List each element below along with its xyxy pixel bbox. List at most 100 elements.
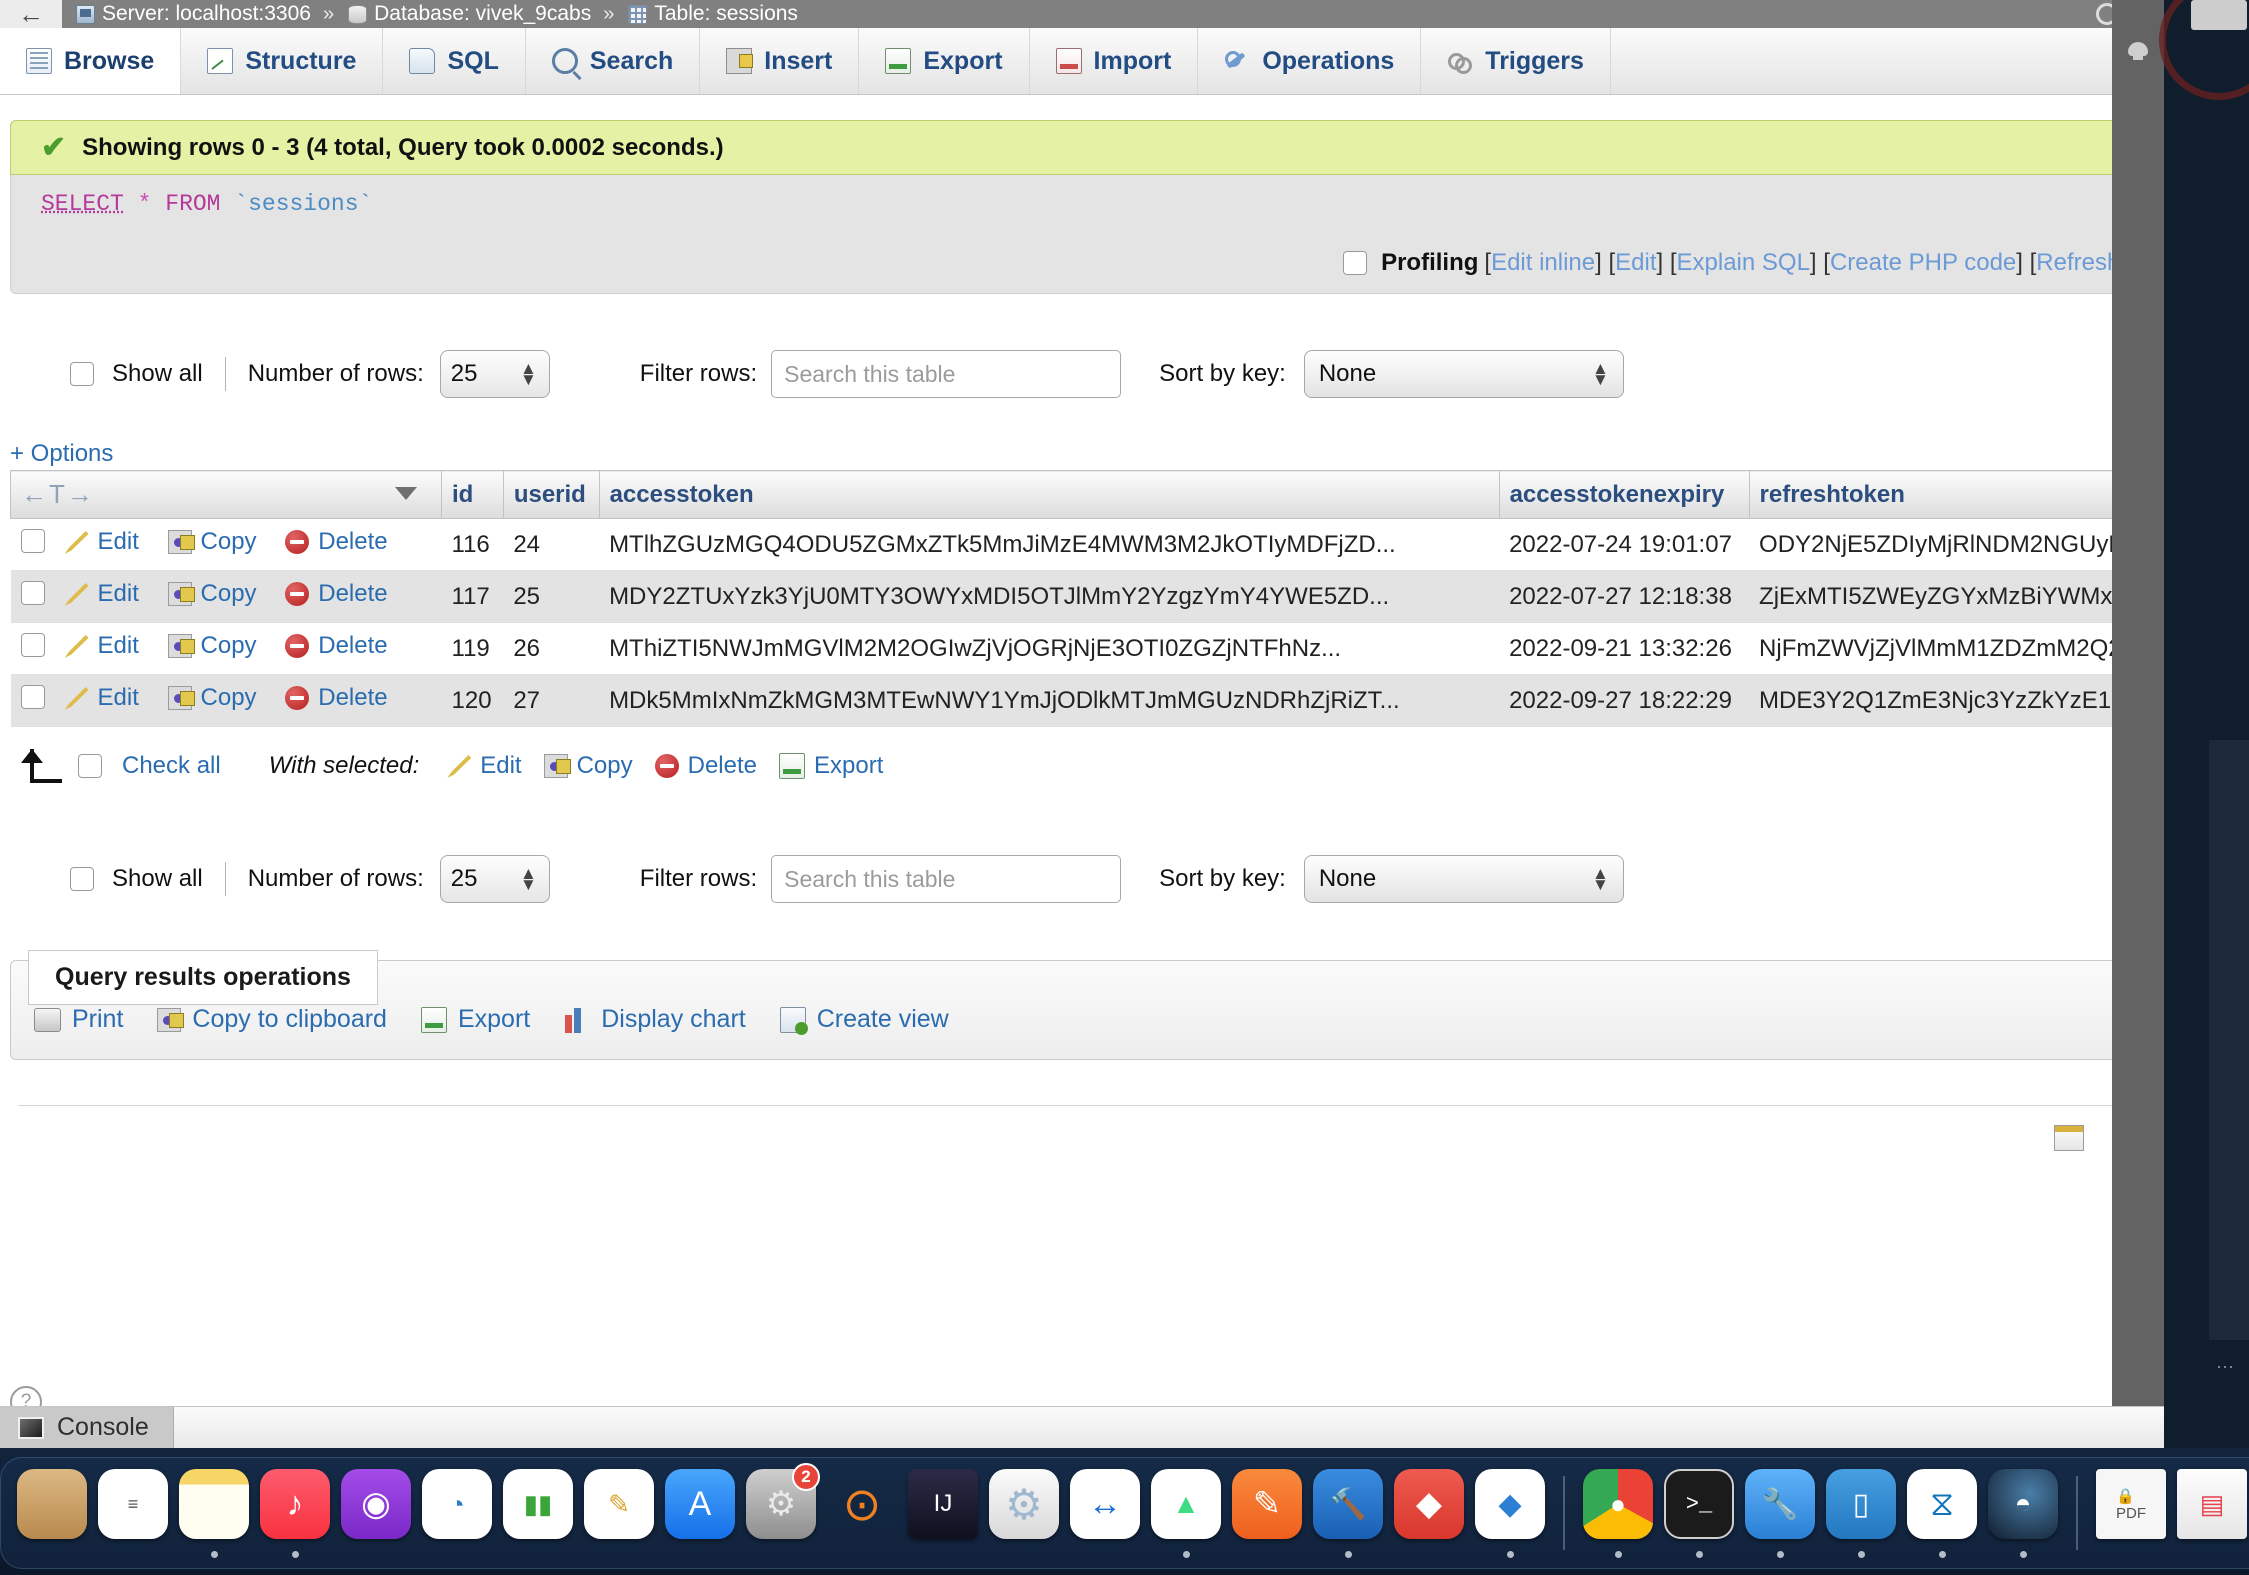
dock-item-screenshot-stack[interactable]: ▤ bbox=[2175, 1461, 2249, 1565]
row-copy-action[interactable]: Copy bbox=[167, 528, 257, 556]
sql-query-display[interactable]: SELECT * FROM `sessions` bbox=[10, 175, 2146, 232]
row-delete-action[interactable]: Delete bbox=[285, 580, 388, 608]
dock-item-finder[interactable] bbox=[15, 1461, 89, 1565]
bulk-edit-action[interactable]: Edit bbox=[447, 752, 522, 780]
table-row[interactable]: Edit Copy Delete 117 25 MDY2ZTUxYzk3YjU0… bbox=[10, 570, 2164, 623]
tab-structure[interactable]: Structure bbox=[181, 28, 384, 94]
row-copy-action[interactable]: Copy bbox=[167, 684, 257, 712]
dock-item-numbers[interactable]: ▮▮ bbox=[501, 1461, 575, 1565]
dock-item-music[interactable]: ♪ bbox=[258, 1461, 332, 1565]
dock-item-sourcetree[interactable]: ◆ bbox=[1473, 1461, 1547, 1565]
row-delete-action[interactable]: Delete bbox=[285, 684, 388, 712]
row-delete-action[interactable]: Delete bbox=[285, 528, 388, 556]
edit-inline-link[interactable]: Edit inline bbox=[1491, 249, 1595, 277]
table-row[interactable]: Edit Copy Delete 119 26 MThiZTI5NWJmMGVl… bbox=[10, 622, 2164, 675]
row-checkbox[interactable] bbox=[20, 581, 45, 605]
sort-by-key-select-top[interactable]: None ▲ ▼ bbox=[1303, 350, 1624, 398]
row-edit-action[interactable]: Edit bbox=[64, 528, 139, 556]
row-delete-action[interactable]: Delete bbox=[285, 632, 388, 660]
show-all-checkbox-top[interactable] bbox=[70, 362, 94, 386]
row-checkbox-cell[interactable] bbox=[10, 518, 55, 571]
show-all-checkbox-bottom[interactable] bbox=[70, 867, 94, 891]
column-header-accesstokenexpiry[interactable]: accesstokenexpiry bbox=[1498, 470, 1750, 519]
row-edit-action[interactable]: Edit bbox=[64, 684, 139, 712]
column-header-userid[interactable]: userid bbox=[502, 470, 600, 519]
table-row[interactable]: Edit Copy Delete 120 27 MDk5MmIxNmZkMGM3… bbox=[10, 674, 2164, 727]
dock-item-pdf-document[interactable]: 🔒 PDF bbox=[2094, 1461, 2168, 1565]
table-nav-arrows[interactable]: ←T→ bbox=[21, 479, 95, 509]
bulk-delete-action[interactable]: Delete bbox=[654, 752, 757, 780]
dock-item-podcasts[interactable]: ◉ bbox=[339, 1461, 413, 1565]
column-header-refreshtoken[interactable]: refreshtoken bbox=[1748, 470, 2164, 519]
print-link[interactable]: Print bbox=[34, 1005, 123, 1034]
number-of-rows-stepper-bottom[interactable]: 25 ▲ ▼ bbox=[439, 855, 550, 903]
column-header-id[interactable]: id bbox=[441, 470, 504, 519]
dock-item-terminal[interactable]: >_ bbox=[1662, 1461, 1736, 1565]
tab-triggers[interactable]: Triggers bbox=[1421, 28, 1611, 94]
edit-link[interactable]: Edit bbox=[1615, 249, 1656, 277]
tab-browse[interactable]: Browse bbox=[0, 28, 182, 94]
dock-item-reminders[interactable]: ≡ bbox=[96, 1461, 170, 1565]
row-checkbox[interactable] bbox=[20, 529, 45, 553]
back-button[interactable]: ← bbox=[0, 0, 62, 29]
dock-item-keynote[interactable]: ◔ bbox=[420, 1461, 494, 1565]
column-header-accesstoken[interactable]: accesstoken bbox=[598, 470, 1500, 519]
note-icon[interactable] bbox=[2054, 1125, 2084, 1151]
lightbulb-icon[interactable] bbox=[2124, 40, 2152, 62]
breadcrumb-server[interactable]: Server: localhost:3306 bbox=[76, 2, 311, 26]
check-all-checkbox[interactable] bbox=[78, 754, 102, 778]
tab-insert[interactable]: Insert bbox=[700, 28, 860, 94]
dock-item-notes[interactable] bbox=[177, 1461, 251, 1565]
dock-item-google-chrome[interactable]: ● bbox=[1581, 1461, 1655, 1565]
tab-export[interactable]: Export bbox=[859, 28, 1030, 94]
dock-item-blender[interactable]: ⊙ bbox=[825, 1461, 899, 1565]
export-link[interactable]: Export bbox=[420, 1005, 530, 1034]
row-checkbox[interactable] bbox=[20, 685, 45, 709]
dock-item-system-settings[interactable]: ⚙ 2 bbox=[744, 1461, 820, 1565]
row-checkbox-cell[interactable] bbox=[10, 622, 55, 675]
row-checkbox[interactable] bbox=[20, 633, 45, 657]
create-php-code-link[interactable]: Create PHP code bbox=[1830, 249, 2016, 277]
dock-item-xcode[interactable]: 🔨 bbox=[1311, 1461, 1385, 1565]
console-toggle[interactable]: Console bbox=[0, 1406, 174, 1448]
row-copy-action[interactable]: Copy bbox=[167, 580, 257, 608]
row-checkbox-cell[interactable] bbox=[10, 570, 55, 623]
row-copy-action[interactable]: Copy bbox=[167, 632, 257, 660]
table-row[interactable]: Edit Copy Delete 116 24 MTlhZGUzMGQ4ODU5… bbox=[10, 518, 2164, 571]
row-checkbox-cell[interactable] bbox=[10, 674, 55, 727]
bulk-copy-action[interactable]: Copy bbox=[543, 752, 633, 780]
bulk-export-action[interactable]: Export bbox=[779, 752, 883, 780]
row-edit-action[interactable]: Edit bbox=[64, 580, 139, 608]
dock-item-teamviewer[interactable]: ↔ bbox=[1068, 1461, 1142, 1565]
breadcrumb-database[interactable]: Database: vivek_9cabs bbox=[348, 2, 591, 26]
dock-item-simulator[interactable]: ▯ bbox=[1824, 1461, 1898, 1565]
dock-item-steam[interactable]: ◓ bbox=[1986, 1461, 2060, 1565]
row-edit-action[interactable]: Edit bbox=[64, 632, 139, 660]
dock-item-utilities[interactable]: 🔧 bbox=[1743, 1461, 1817, 1565]
refresh-link[interactable]: Refresh bbox=[2036, 249, 2120, 277]
sort-dropdown-icon[interactable] bbox=[395, 487, 418, 500]
select-all-arrow-icon[interactable] bbox=[10, 749, 62, 783]
dock-item-intellij-idea[interactable]: IJ bbox=[906, 1461, 980, 1565]
dock-item-app-store[interactable]: A bbox=[663, 1461, 737, 1565]
sort-by-key-select-bottom[interactable]: None ▲ ▼ bbox=[1303, 855, 1624, 903]
dock-item-affinity[interactable]: ◆ bbox=[1392, 1461, 1466, 1565]
filter-rows-input-top[interactable]: Search this table bbox=[771, 350, 1122, 398]
display-chart-link[interactable]: Display chart bbox=[564, 1005, 746, 1034]
tab-search[interactable]: Search bbox=[525, 28, 701, 94]
check-all-label[interactable]: Check all bbox=[122, 752, 221, 780]
options-toggle[interactable]: + Options bbox=[10, 440, 113, 468]
dock-item-sketch[interactable]: ✎ bbox=[1230, 1461, 1304, 1565]
filter-rows-input-bottom[interactable]: Search this table bbox=[771, 855, 1122, 903]
create-view-link[interactable]: Create view bbox=[779, 1005, 949, 1035]
explain-sql-link[interactable]: Explain SQL bbox=[1677, 249, 1810, 277]
dock-item-vs-code[interactable]: ⧖ bbox=[1905, 1461, 1979, 1565]
tab-sql[interactable]: SQL bbox=[383, 28, 526, 94]
breadcrumb-table[interactable]: Table: sessions bbox=[628, 2, 798, 26]
dock-item-pages[interactable]: ✎ bbox=[582, 1461, 656, 1565]
tab-import[interactable]: Import bbox=[1029, 28, 1199, 94]
dock-item-android-studio[interactable]: ▲ bbox=[1149, 1461, 1223, 1565]
profiling-checkbox[interactable] bbox=[1343, 250, 1368, 275]
dock-item-cheatsheet[interactable]: ⚙ bbox=[987, 1461, 1061, 1565]
number-of-rows-stepper-top[interactable]: 25 ▲ ▼ bbox=[439, 350, 550, 398]
